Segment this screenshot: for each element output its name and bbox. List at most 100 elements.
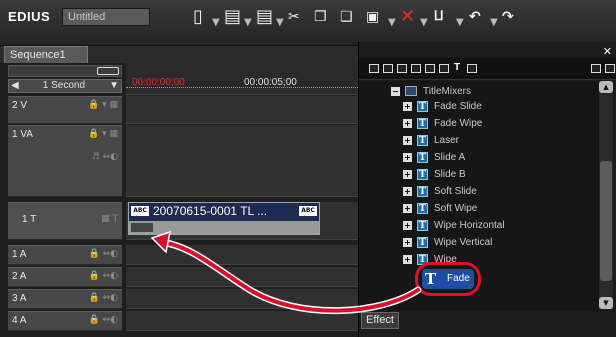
save-dropdown-icon[interactable]: ▼ <box>276 10 284 36</box>
title-track-icon[interactable]: ▦ T <box>101 214 118 224</box>
effect-tab[interactable]: Effect <box>361 312 399 329</box>
panel-icon[interactable] <box>467 64 477 73</box>
timeline-ruler[interactable]: 00:00:00;00 00:00:05;00 <box>126 63 360 95</box>
tree-item-label: Soft Wipe <box>434 203 478 215</box>
scroll-up-icon[interactable]: ▲ <box>599 81 613 93</box>
folder-view-icon[interactable] <box>369 64 379 73</box>
effect-toolbar: T <box>359 58 616 80</box>
audio-track-icon[interactable]: 🔒 ↭◐ <box>89 315 118 325</box>
track-header-2a[interactable]: 2 A 🔒 ↭◐ <box>8 267 122 287</box>
expand-icon[interactable]: + <box>403 119 412 128</box>
track-header-4a[interactable]: 4 A 🔒 ↭◐ <box>8 311 122 331</box>
project-name-field[interactable]: Untitled <box>62 8 150 26</box>
panel-icon[interactable] <box>439 64 449 73</box>
paste-icon[interactable]: ❑ <box>340 4 353 30</box>
clip-label: 20070615-0001 TL ... <box>153 204 268 218</box>
audio-track-icon[interactable]: 🔒 ↭◐ <box>89 271 118 281</box>
replace-icon[interactable]: ▣ <box>366 4 379 30</box>
track-name: 1 VA <box>12 129 33 140</box>
audio-track-icon[interactable]: 🔒 ↭◐ <box>89 249 118 259</box>
track-lock-icon[interactable]: 🔒 ▾ ▦ <box>88 100 118 110</box>
ripple-delete-icon[interactable]: ⨿ <box>434 4 443 30</box>
list-view-icon[interactable] <box>591 64 601 73</box>
audio-mute-icon[interactable]: ♬ ↭◐ <box>92 152 118 162</box>
track-header-2v[interactable]: 2 V 🔒 ▾ ▦ <box>8 96 122 124</box>
tree-item-wipe-horizontal[interactable]: + T Wipe Horizontal <box>403 220 505 235</box>
undo-icon[interactable]: ↶ <box>469 4 481 30</box>
expand-icon[interactable]: + <box>403 136 412 145</box>
delete-dropdown-icon[interactable]: ▼ <box>420 10 428 36</box>
new-project-dropdown-icon[interactable]: ▼ <box>212 10 220 36</box>
track-lane-3a[interactable] <box>126 289 360 309</box>
tree-item-fade[interactable]: T Fade <box>422 269 474 289</box>
track-lane-2a[interactable] <box>126 267 360 287</box>
track-header-1a[interactable]: 1 A 🔒 ↭◐ <box>8 245 122 265</box>
scale-dropdown-icon[interactable]: ▼ <box>109 80 119 92</box>
close-icon[interactable]: ✕ <box>603 45 612 58</box>
expand-icon[interactable]: + <box>403 170 412 179</box>
scale-left-arrow-icon[interactable]: ◀ <box>11 80 19 92</box>
panel-icon[interactable] <box>383 64 393 73</box>
open-project-icon[interactable]: ▤ <box>224 4 241 30</box>
replace-dropdown-icon[interactable]: ▼ <box>388 10 396 36</box>
save-icon[interactable]: ▤ <box>256 4 273 30</box>
track-lane-2v[interactable] <box>126 96 360 124</box>
track-header-3a[interactable]: 3 A 🔒 ↭◐ <box>8 289 122 309</box>
tree-item-wipe-vertical[interactable]: + T Wipe Vertical <box>403 237 492 252</box>
main-toolbar: EDIUS Untitled ▯ ▼ ▤ ▼ ▤ ▼ ✂ ❐ ❑ ▣ ▼ ✕ ▼… <box>0 0 616 46</box>
tree-folder-titlemixers[interactable]: − TitleMixers <box>391 86 471 101</box>
expand-icon[interactable]: + <box>403 187 412 196</box>
expand-icon[interactable]: + <box>403 255 412 264</box>
track-lane-1a[interactable] <box>126 245 360 265</box>
tree-item-label: Fade <box>447 273 470 284</box>
scrollbar-thumb[interactable] <box>600 161 612 281</box>
ripple-dropdown-icon[interactable]: ▼ <box>456 10 464 36</box>
expand-icon[interactable]: + <box>403 238 412 247</box>
tree-item-soft-wipe[interactable]: + T Soft Wipe <box>403 203 477 218</box>
tree-item-label: Laser <box>434 135 460 147</box>
expand-icon[interactable]: + <box>403 153 412 162</box>
expand-icon[interactable]: + <box>403 102 412 111</box>
collapse-icon[interactable]: − <box>391 86 400 96</box>
open-dropdown-icon[interactable]: ▼ <box>244 10 252 36</box>
delete-icon[interactable]: ✕ <box>400 4 415 30</box>
fade-effect-highlight: T Fade <box>415 262 481 296</box>
tree-item-soft-slide[interactable]: + T Soft Slide <box>403 186 477 201</box>
grid-view-icon[interactable] <box>605 64 615 73</box>
clip-mixer-area[interactable] <box>129 221 319 234</box>
title-mixer-icon: T <box>417 220 428 231</box>
tree-item-slide-a[interactable]: + T Slide A <box>403 152 465 167</box>
tree-item-fade-slide[interactable]: + T Fade Slide <box>403 101 482 116</box>
sequence-tab[interactable]: Sequence1 <box>4 46 88 64</box>
track-name: 3 A <box>12 293 27 304</box>
track-name: 2 A <box>12 271 27 282</box>
redo-icon[interactable]: ↷ <box>502 4 514 30</box>
scale-slider-knob[interactable] <box>97 67 119 75</box>
title-effect-icon[interactable]: T <box>454 62 460 73</box>
expand-icon[interactable]: + <box>403 221 412 230</box>
tree-item-fade-wipe[interactable]: + T Fade Wipe <box>403 118 482 133</box>
timescale-select[interactable]: ◀ 1 Second ▼ <box>8 79 122 93</box>
track-header-1va[interactable]: 1 VA 🔒 ▾ ▦ ♬ ↭◐ <box>8 125 122 197</box>
track-name: 1 T <box>22 214 37 225</box>
title-mixer-drop-zone[interactable] <box>131 223 153 232</box>
expand-icon[interactable]: + <box>403 204 412 213</box>
copy-icon[interactable]: ❐ <box>314 4 327 30</box>
new-project-icon[interactable]: ▯ <box>193 4 203 30</box>
panel-icon[interactable] <box>397 64 407 73</box>
tree-item-slide-b[interactable]: + T Slide B <box>403 169 466 184</box>
track-lock-icon[interactable]: 🔒 ▾ ▦ <box>88 129 118 139</box>
panel-icon[interactable] <box>425 64 435 73</box>
tree-item-laser[interactable]: + T Laser <box>403 135 459 150</box>
panel-icon[interactable] <box>411 64 421 73</box>
audio-track-icon[interactable]: 🔒 ↭◐ <box>89 293 118 303</box>
timeline-scale-slider[interactable] <box>8 65 122 77</box>
track-header-1t[interactable]: 1 T ▦ T <box>8 202 122 240</box>
title-clip[interactable]: ABC 20070615-0001 TL ... ABC <box>128 202 320 235</box>
track-lane-4a[interactable] <box>126 311 360 331</box>
cut-icon[interactable]: ✂ <box>288 4 300 30</box>
track-lane-1va[interactable] <box>126 125 360 197</box>
undo-dropdown-icon[interactable]: ▼ <box>490 10 498 36</box>
scroll-down-icon[interactable]: ▼ <box>599 297 613 309</box>
effect-tree-scrollbar[interactable]: ▲ ▼ <box>599 81 613 309</box>
